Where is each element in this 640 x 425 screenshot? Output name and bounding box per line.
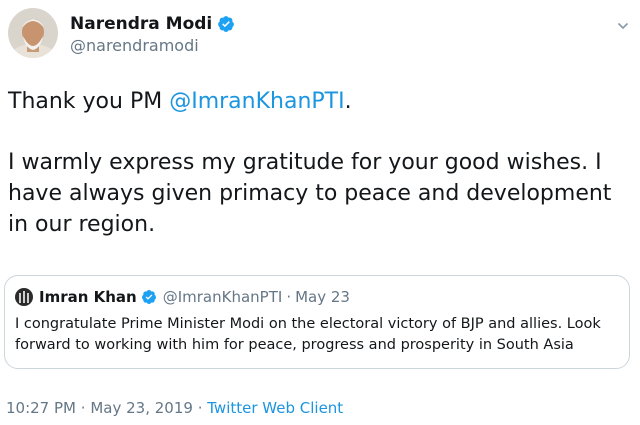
meta-separator-2: · bbox=[197, 399, 203, 417]
quoted-tweet-header: Imran Khan @ImranKhanPTI · May 23 bbox=[15, 286, 619, 308]
tweet-line1-suffix: . bbox=[344, 89, 352, 114]
mention-link[interactable]: @ImranKhanPTI bbox=[169, 89, 344, 114]
author-name[interactable]: Narendra Modi bbox=[70, 14, 235, 34]
tweet-paragraph-1: Thank you PM @ImranKhanPTI. bbox=[8, 86, 633, 117]
author-name-text[interactable]: Narendra Modi bbox=[70, 14, 212, 34]
quoted-author-avatar bbox=[15, 288, 33, 306]
quoted-tweet-date[interactable]: May 23 bbox=[295, 288, 350, 306]
tweet-text: Thank you PM @ImranKhanPTI. I warmly exp… bbox=[8, 86, 633, 240]
tweet-time[interactable]: 10:27 PM bbox=[6, 399, 76, 417]
tweet-source-link[interactable]: Twitter Web Client bbox=[207, 399, 343, 417]
author-avatar[interactable] bbox=[8, 8, 58, 58]
tweet-line1-prefix: Thank you PM bbox=[8, 89, 170, 114]
tweet-date[interactable]: May 23, 2019 bbox=[90, 399, 193, 417]
verified-badge-icon bbox=[141, 290, 156, 304]
tweet-meta: 10:27 PM · May 23, 2019 · Twitter Web Cl… bbox=[6, 398, 343, 418]
quoted-separator: · bbox=[286, 288, 292, 306]
profile-photo-icon bbox=[15, 288, 33, 306]
quoted-author-name[interactable]: Imran Khan bbox=[39, 288, 137, 306]
meta-separator-1: · bbox=[80, 399, 86, 417]
author-handle[interactable]: @narendramodi bbox=[70, 36, 199, 56]
chevron-down-icon[interactable] bbox=[617, 20, 629, 32]
quoted-author-handle[interactable]: @ImranKhanPTI bbox=[163, 288, 283, 306]
profile-photo-icon bbox=[8, 8, 58, 58]
verified-badge-icon bbox=[218, 16, 235, 32]
quoted-tweet-text: I congratulate Prime Minister Modi on th… bbox=[15, 316, 601, 353]
tweet-card: Narendra Modi @narendramodi Thank you PM… bbox=[0, 0, 640, 425]
tweet-paragraph-2: I warmly express my gratitude for your g… bbox=[8, 150, 612, 237]
quoted-tweet[interactable]: Imran Khan @ImranKhanPTI · May 23 I cong… bbox=[4, 275, 630, 369]
